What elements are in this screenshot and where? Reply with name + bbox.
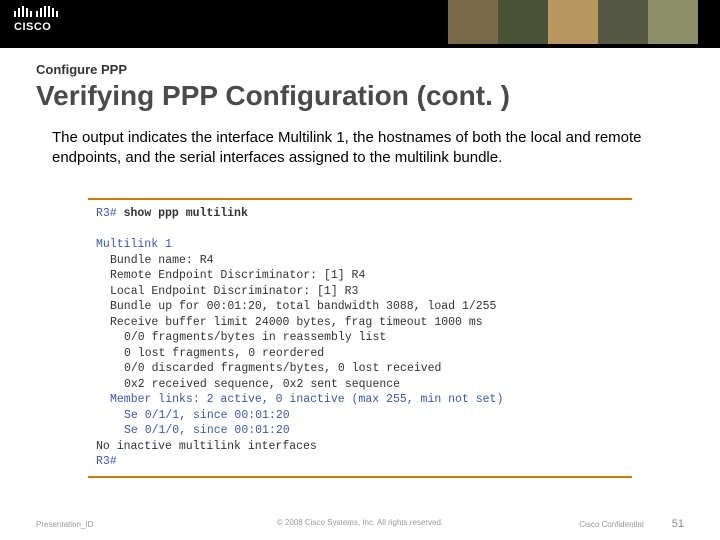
page-number: 51 bbox=[672, 518, 684, 530]
header-photo-strip bbox=[448, 0, 698, 44]
term-line: 0/0 fragments/bytes in reassembly list bbox=[124, 330, 624, 346]
prompt: R3# bbox=[96, 207, 117, 220]
term-line: 0x2 received sequence, 0x2 sent sequence bbox=[124, 377, 624, 393]
cisco-logo: CISCO bbox=[14, 6, 58, 33]
term-line: Se 0/1/0, since 00:01:20 bbox=[124, 423, 624, 439]
term-line: Bundle up for 00:01:20, total bandwidth … bbox=[110, 299, 624, 315]
footer-confidential: Cisco Confidential bbox=[579, 520, 643, 529]
body-paragraph: The output indicates the interface Multi… bbox=[52, 128, 668, 169]
pre-title: Configure PPP bbox=[36, 62, 127, 77]
term-line: Remote Endpoint Discriminator: [1] R4 bbox=[110, 268, 624, 284]
term-line: No inactive multilink interfaces bbox=[96, 439, 624, 455]
term-line: 0 lost fragments, 0 reordered bbox=[124, 346, 624, 362]
slide-title: Verifying PPP Configuration (cont. ) bbox=[36, 80, 510, 112]
footer-copyright: © 2008 Cisco Systems, Inc. All rights re… bbox=[277, 518, 443, 527]
term-line: Member links: 2 active, 0 inactive (max … bbox=[110, 392, 624, 408]
term-line: Local Endpoint Discriminator: [1] R3 bbox=[110, 284, 624, 300]
footer-left: Presentation_ID bbox=[36, 520, 93, 529]
slide: CISCO Configure PPP Verifying PPP Config… bbox=[0, 0, 720, 540]
footer: Presentation_ID © 2008 Cisco Systems, In… bbox=[36, 518, 684, 530]
term-line: Multilink 1 bbox=[96, 237, 624, 253]
header-banner: CISCO bbox=[0, 0, 720, 48]
command: show ppp multilink bbox=[124, 207, 248, 220]
term-line: Se 0/1/1, since 00:01:20 bbox=[124, 408, 624, 424]
term-line: Receive buffer limit 24000 bytes, frag t… bbox=[110, 315, 624, 331]
term-line: 0/0 discarded fragments/bytes, 0 lost re… bbox=[124, 361, 624, 377]
terminal-output: R3# show ppp multilink Multilink 1 Bundl… bbox=[88, 198, 632, 478]
logo-text: CISCO bbox=[14, 21, 58, 33]
term-line: Bundle name: R4 bbox=[110, 253, 624, 269]
term-line: R3# bbox=[96, 454, 624, 470]
